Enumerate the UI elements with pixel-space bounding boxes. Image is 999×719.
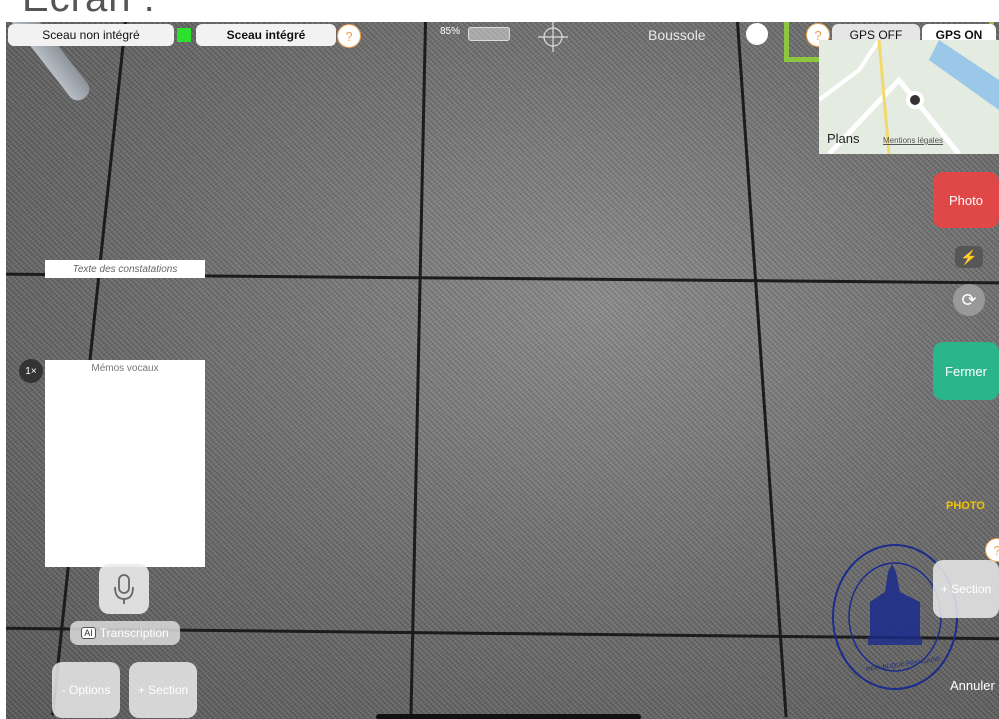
map-brand: Plans: [827, 131, 860, 146]
transcription-button[interactable]: AI Transcription: [70, 621, 180, 645]
lightning-icon[interactable]: ⚡: [955, 246, 983, 268]
seal-on-button[interactable]: Sceau intégré: [196, 24, 336, 46]
paving-joint: [409, 22, 427, 719]
rotate-icon[interactable]: ⟳: [953, 284, 985, 316]
voice-memos-title: Mémos vocaux: [91, 363, 159, 374]
close-button[interactable]: Fermer: [933, 342, 999, 400]
map-view[interactable]: Plans Mentions légales: [819, 40, 999, 154]
help-icon[interactable]: ?: [337, 24, 361, 48]
options-label: - Options: [61, 683, 111, 697]
voice-memos-panel[interactable]: Mémos vocaux: [45, 360, 205, 567]
seal-off-button[interactable]: Sceau non intégré: [8, 24, 174, 46]
options-button[interactable]: - Options: [52, 662, 120, 718]
battery-icon: [468, 27, 510, 41]
left-section-button[interactable]: + Section: [129, 662, 197, 718]
close-button-label: Fermer: [945, 363, 987, 379]
microphone-icon: [114, 574, 134, 604]
section-help-icon[interactable]: ?: [985, 538, 999, 562]
right-section-button[interactable]: + Section: [933, 560, 999, 618]
zoom-button[interactable]: 1×: [19, 359, 43, 383]
battery-status: 85%: [440, 26, 461, 37]
transcription-label: Transcription: [99, 626, 169, 640]
photo-button-label: Photo: [949, 192, 983, 208]
camera-mode-label[interactable]: PHOTO: [946, 500, 985, 512]
compass-label: Boussole: [648, 27, 706, 43]
home-indicator: [376, 714, 641, 719]
right-section-label: + Section: [940, 582, 992, 596]
cancel-button[interactable]: Annuler: [950, 678, 995, 693]
photo-button[interactable]: Photo: [933, 172, 999, 228]
left-section-label: + Section: [137, 683, 189, 697]
seal-status-indicator: [177, 28, 191, 42]
map-legal-link[interactable]: Mentions légales: [883, 136, 943, 145]
ai-icon: AI: [81, 627, 96, 639]
compass-toggle[interactable]: [746, 23, 768, 45]
seal-off-label: Sceau non intégré: [42, 28, 140, 42]
observations-field[interactable]: Texte des constatations: [45, 260, 205, 278]
microphone-button[interactable]: [99, 564, 149, 614]
seal-on-label: Sceau intégré: [226, 28, 306, 42]
paving-joint: [736, 22, 788, 718]
crosshair-icon: [538, 22, 568, 52]
page-heading: Écran :: [22, 0, 156, 21]
